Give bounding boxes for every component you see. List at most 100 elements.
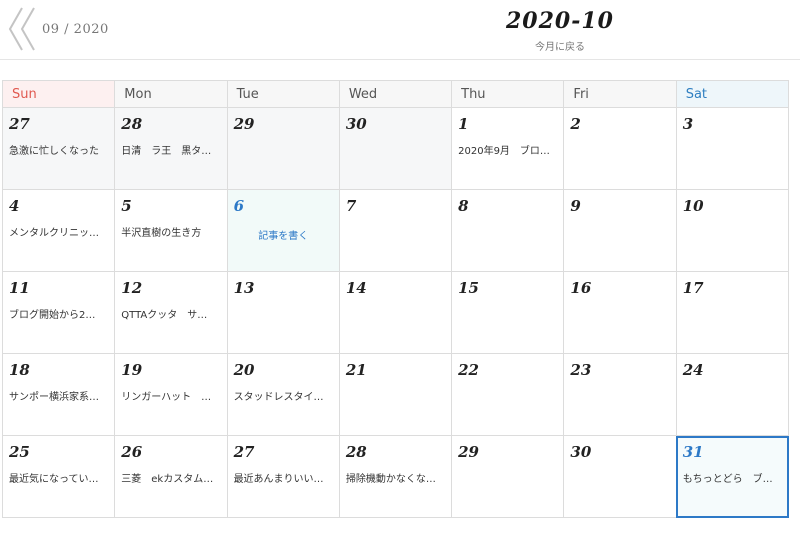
day-number: 20 [233,361,255,379]
day-number: 29 [458,443,479,461]
calendar-day-cell[interactable]: 15 [451,271,565,354]
day-number: 5 [121,197,132,215]
day-number: 28 [345,443,367,461]
blog-entry-link[interactable]: もちっとどら ブ… [683,470,782,485]
day-number: 7 [345,197,357,215]
blog-entry-link[interactable]: メンタルクリニッ… [9,224,108,239]
day-number: 24 [682,361,704,379]
calendar-day-cell[interactable]: 22 [451,353,565,436]
calendar-day-cell[interactable]: 27 最近あんまりいい… [226,435,340,518]
calendar-day-cell-selected[interactable]: 31 もちっとどら ブ… [675,435,790,518]
calendar-day-cell[interactable]: 23 [563,353,677,436]
day-number: 8 [458,197,469,215]
calendar-day-cell[interactable]: 24 [675,353,790,436]
calendar-day-cell[interactable]: 13 [226,271,340,354]
back-to-current-month-link[interactable]: 今月に戻る [460,38,660,53]
calendar-day-cell[interactable]: 19 リンガーハット … [114,353,228,436]
double-chevron-left-icon [8,7,35,51]
day-number: 21 [345,361,367,379]
calendar-day-cell[interactable]: 5 半沢直樹の生き方 [114,189,228,272]
blog-entry-link[interactable]: 急激に忙しくなった [9,142,108,157]
blog-entry-link[interactable]: 掃除機動かなくな… [346,470,445,485]
blog-entry-link[interactable]: 最近あんまりいい… [234,470,333,485]
calendar-week-row: 25 最近気になってい… 26 三菱 ekカスタム… 27 最近あんまりいい… … [1,435,790,518]
day-number: 18 [9,361,30,379]
calendar-day-cell[interactable]: 12 QTTAクッタ サ… [114,271,228,354]
calendar-week-row: 18 サンポー横浜家系… 19 リンガーハット … 20 スタッドレスタイ… 2… [1,353,790,436]
calendar-day-cell[interactable]: 20 スタッドレスタイ… [226,353,340,436]
blog-entry-link[interactable]: 2020年9月 ブロ… [458,142,557,157]
calendar-day-cell[interactable]: 9 [563,189,677,272]
day-number: 10 [682,197,704,215]
calendar-day-cell[interactable]: 27 急激に忙しくなった [1,107,116,190]
day-number: 27 [9,115,30,133]
calendar-day-cell[interactable]: 25 最近気になってい… [1,435,116,518]
day-number: 23 [570,361,592,379]
calendar-day-cell[interactable]: 4 メンタルクリニッ… [1,189,116,272]
calendar-day-cell[interactable]: 30 [338,107,453,190]
calendar-day-cell[interactable]: 17 [675,271,790,354]
day-number: 29 [233,115,255,133]
calendar-day-cell[interactable]: 14 [338,271,453,354]
day-number: 1 [458,115,469,133]
calendar-day-cell[interactable]: 16 [563,271,677,354]
day-number: 14 [345,279,367,297]
blog-entry-link[interactable]: QTTAクッタ サ… [121,306,220,321]
weekday-header-row: Sun Mon Tue Wed Thu Fri Sat [1,80,790,108]
blog-entry-link[interactable]: リンガーハット … [121,388,220,403]
write-post-link[interactable]: 記事を書く [234,227,333,242]
day-number: 28 [121,115,143,133]
calendar-week-row: 27 急激に忙しくなった 28 日清 ラ王 黒タ… 29 30 1 2020年9… [1,107,790,190]
calendar-day-cell[interactable]: 8 [451,189,565,272]
day-number: 26 [121,443,143,461]
day-number: 6 [233,197,244,215]
calendar-day-cell[interactable]: 26 三菱 ekカスタム… [114,435,228,518]
prev-month-button[interactable]: 09 / 2020 [8,6,109,52]
calendar-day-cell[interactable]: 28 掃除機動かなくな… [338,435,453,518]
weekday-mon: Mon [114,80,228,108]
day-number: 17 [682,279,704,297]
calendar-week-row: 4 メンタルクリニッ… 5 半沢直樹の生き方 6 記事を書く 7 8 9 10 [1,189,790,272]
calendar-day-cell[interactable]: 1 2020年9月 ブロ… [451,107,565,190]
weekday-sat: Sat [675,80,790,108]
day-number: 25 [9,443,30,461]
day-number: 16 [570,279,592,297]
blog-entry-link[interactable]: 日清 ラ王 黒タ… [121,142,220,157]
calendar-day-cell[interactable]: 2 [563,107,677,190]
blog-entry-link[interactable]: 三菱 ekカスタム… [121,470,220,485]
calendar-day-cell[interactable]: 29 [451,435,565,518]
weekday-thu: Thu [451,80,565,108]
blog-entry-link[interactable]: スタッドレスタイ… [234,388,333,403]
weekday-sun: Sun [1,80,116,108]
calendar-day-cell[interactable]: 30 [563,435,677,518]
day-number: 27 [233,443,255,461]
weekday-wed: Wed [338,80,453,108]
day-number: 22 [458,361,479,379]
calendar-day-cell[interactable]: 18 サンポー横浜家系… [1,353,116,436]
day-number: 9 [570,197,581,215]
calendar-day-cell[interactable]: 10 [675,189,790,272]
day-number: 30 [345,115,367,133]
blog-entry-link[interactable]: サンポー横浜家系… [9,388,108,403]
calendar-day-cell[interactable]: 3 [675,107,790,190]
day-number: 3 [682,115,694,133]
weekday-fri: Fri [563,80,677,108]
calendar-day-cell[interactable]: 11 ブログ開始から2… [1,271,116,354]
day-number: 30 [570,443,592,461]
day-number: 19 [121,361,143,379]
calendar-day-cell-today[interactable]: 6 記事を書く [226,189,340,272]
calendar-day-cell[interactable]: 28 日清 ラ王 黒タ… [114,107,228,190]
blog-entry-link[interactable]: 最近気になってい… [9,470,108,485]
day-number: 15 [458,279,479,297]
calendar-day-cell[interactable]: 7 [338,189,453,272]
day-number: 31 [682,443,704,461]
blog-entry-link[interactable]: ブログ開始から2… [9,306,108,321]
weekday-tue: Tue [226,80,340,108]
calendar-header: 09 / 2020 2020-10 今月に戻る [0,0,800,60]
day-number: 11 [9,279,30,297]
prev-month-label[interactable]: 09 / 2020 [42,22,109,37]
blog-entry-link[interactable]: 半沢直樹の生き方 [121,224,220,239]
day-number: 13 [233,279,255,297]
calendar-day-cell[interactable]: 21 [338,353,453,436]
calendar-day-cell[interactable]: 29 [226,107,340,190]
